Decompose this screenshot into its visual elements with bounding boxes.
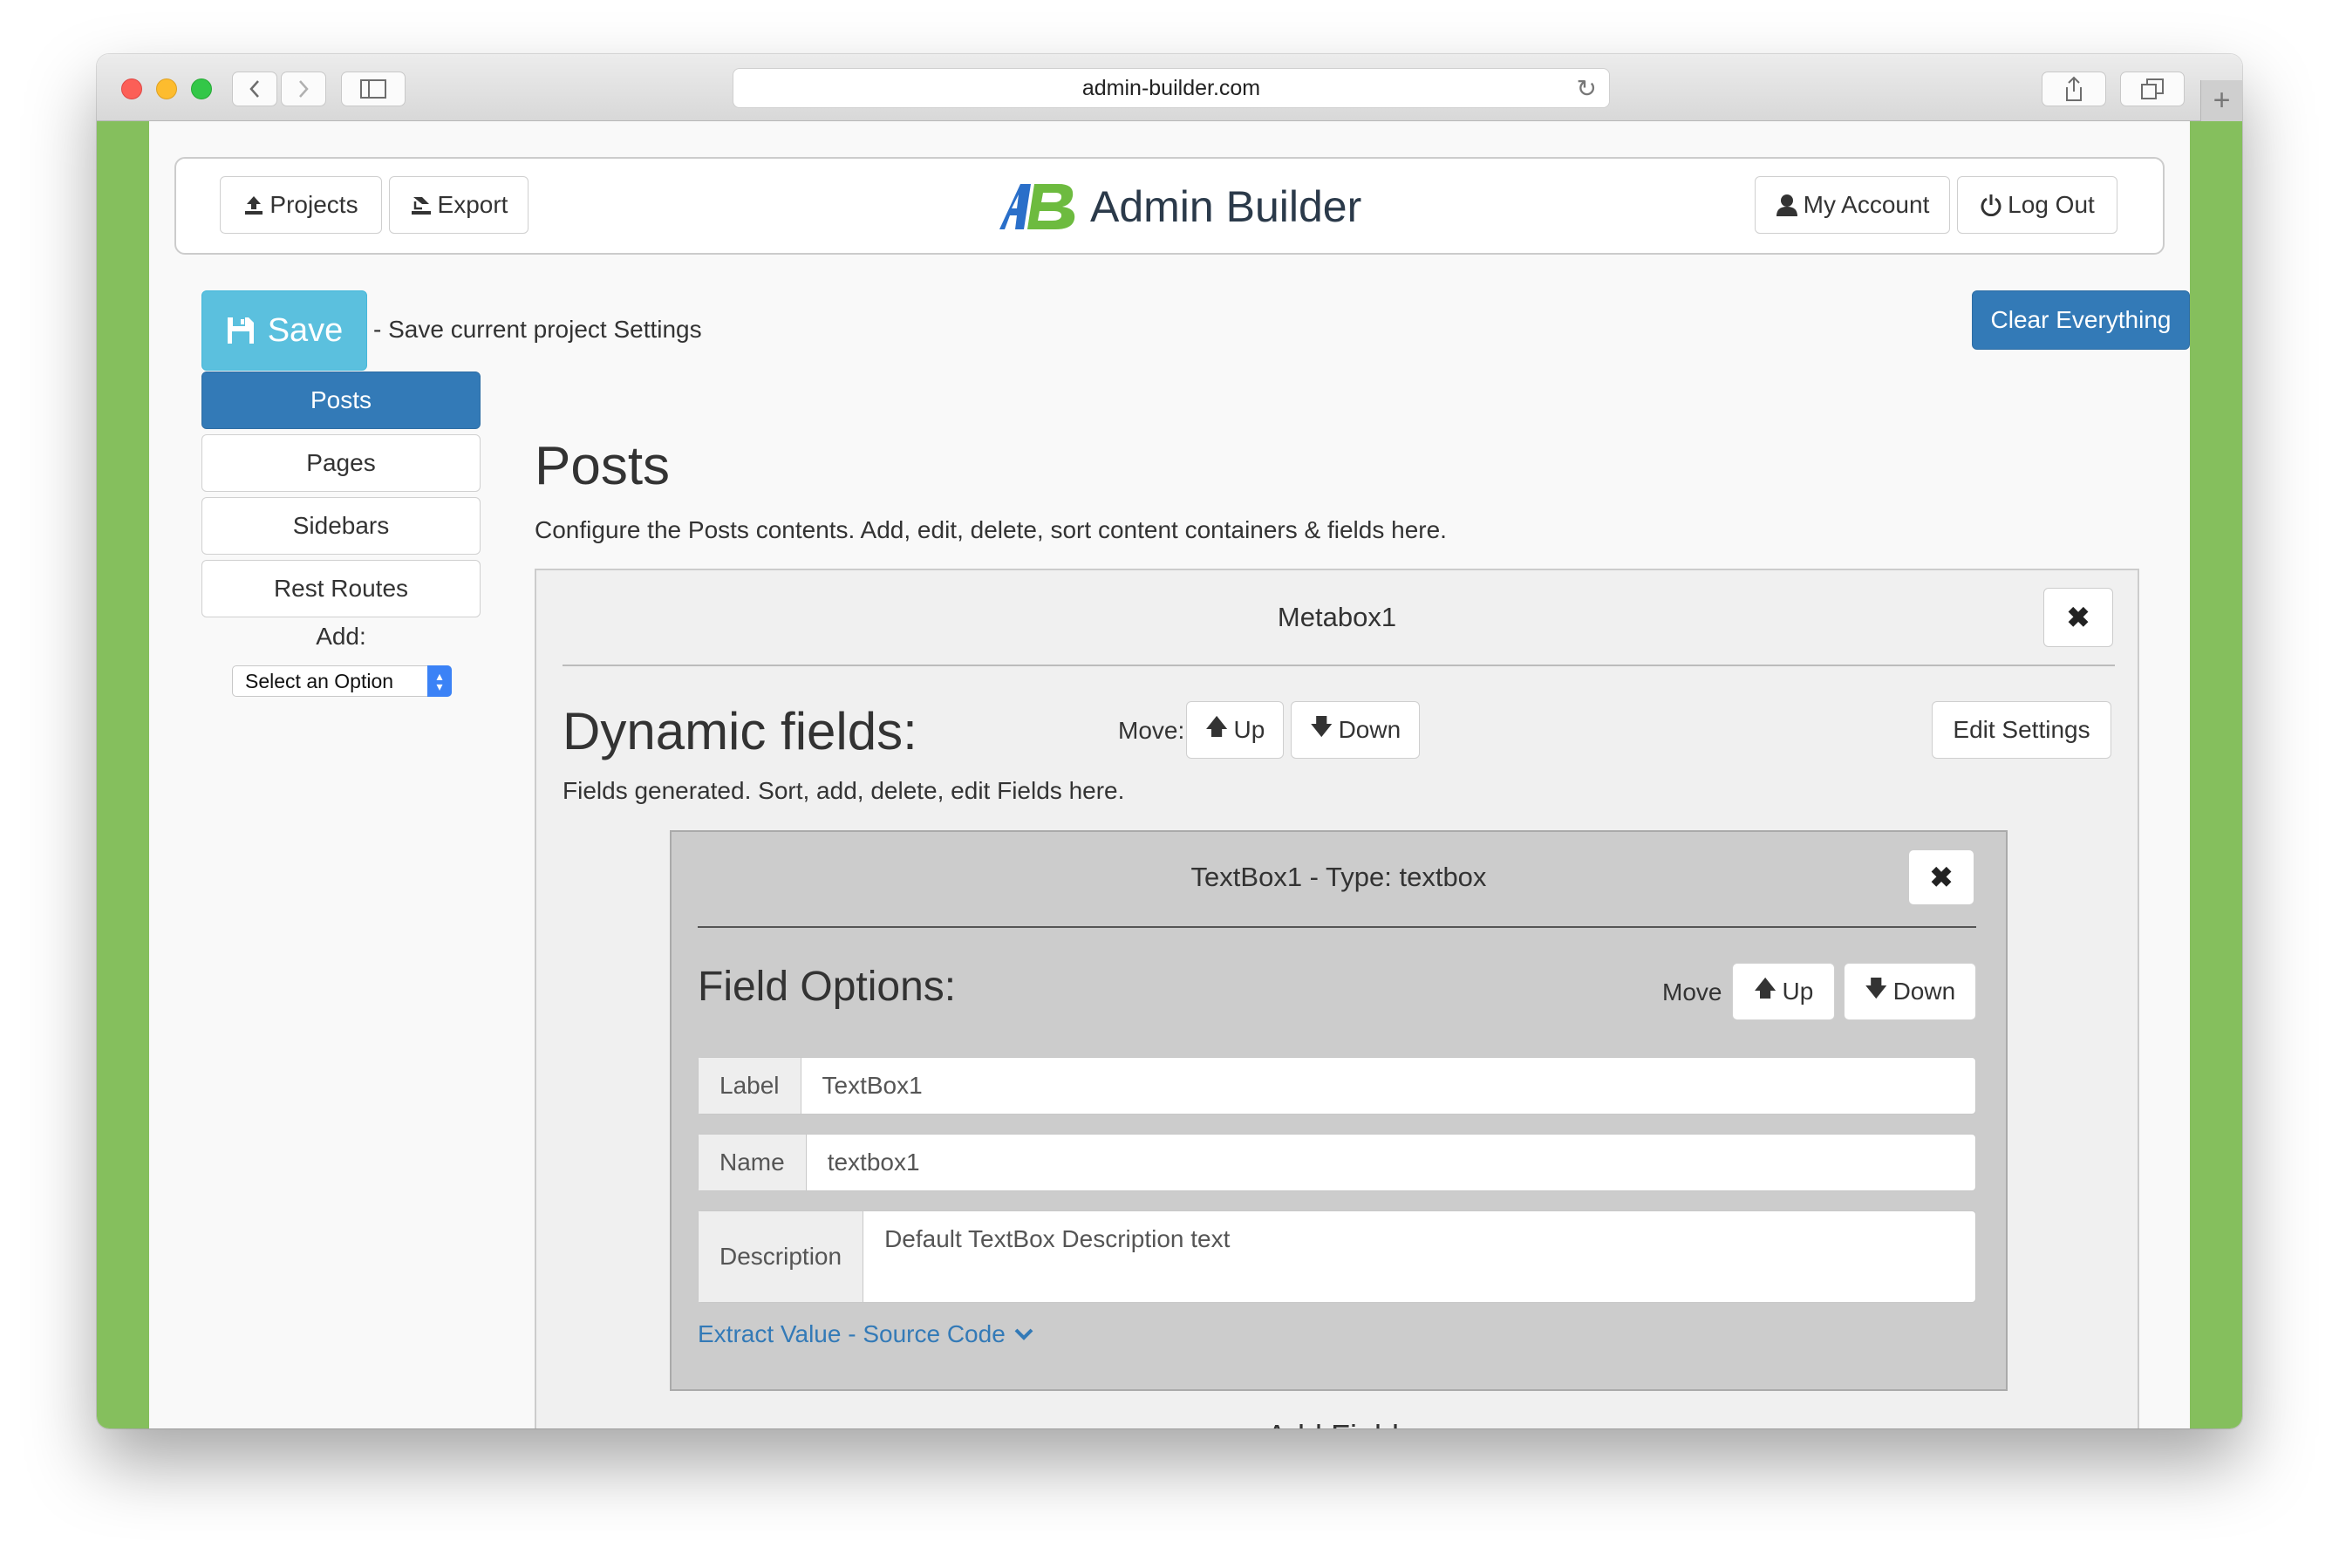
export-label: Export <box>437 191 508 218</box>
export-icon <box>411 197 431 215</box>
zoom-window-button[interactable] <box>191 78 212 99</box>
forward-button[interactable] <box>281 72 326 106</box>
browser-viewport: Projects Export Admin Builder My Account… <box>97 121 2242 1428</box>
metabox-title: Metabox1 <box>1277 602 1397 632</box>
export-button[interactable]: Export <box>389 176 528 234</box>
metabox-down-label: Down <box>1338 716 1401 743</box>
share-icon <box>2066 76 2082 101</box>
name-input[interactable]: textbox1 <box>807 1135 941 1190</box>
tabs-icon <box>2141 78 2164 99</box>
add-field-label: Add Field: <box>536 1418 2138 1428</box>
sidebar-item-pages[interactable]: Pages <box>201 434 481 492</box>
upload-icon <box>245 196 263 215</box>
arrow-down-icon: 🡇 <box>1864 975 1888 1001</box>
projects-button[interactable]: Projects <box>220 176 382 234</box>
projects-label: Projects <box>269 191 358 218</box>
add-option-select[interactable]: Select an Option ▴ ▾ <box>232 665 452 697</box>
metabox-move-down-button[interactable]: 🡇 Down <box>1291 701 1420 759</box>
edit-settings-button[interactable]: Edit Settings <box>1932 701 2111 759</box>
plus-icon: + <box>2213 84 2231 117</box>
metabox-up-label: Up <box>1233 716 1265 743</box>
description-addon: Description <box>699 1211 864 1302</box>
brand: Admin Builder <box>998 178 1361 235</box>
sidebar-item-sidebars[interactable]: Sidebars <box>201 497 481 555</box>
page: Projects Export Admin Builder My Account… <box>149 121 2190 1428</box>
metabox-close-button[interactable]: ✖ <box>2043 588 2113 647</box>
user-icon <box>1776 194 1797 216</box>
my-account-button[interactable]: My Account <box>1755 176 1950 234</box>
chevron-down-icon <box>1014 1328 1033 1340</box>
logout-button[interactable]: Log Out <box>1957 176 2117 234</box>
close-icon: ✖ <box>1929 862 1954 893</box>
add-label: Add: <box>316 623 366 650</box>
save-hint: - Save current project Settings <box>373 316 702 343</box>
minimize-window-button[interactable] <box>156 78 177 99</box>
chevron-left-icon <box>249 80 259 98</box>
browser-titlebar: admin-builder.com ↻ + <box>97 54 2242 121</box>
my-account-label: My Account <box>1803 191 1930 218</box>
brand-title: Admin Builder <box>1090 182 1362 231</box>
name-addon: Name <box>699 1135 807 1190</box>
save-label: Save <box>267 311 344 349</box>
field-move-up-button[interactable]: 🡅 Up <box>1732 963 1835 1020</box>
sidebar-toggle-button[interactable] <box>341 72 406 106</box>
metabox-panel: Metabox1 ✖ Dynamic fields: Move: 🡅 Up 🡇 … <box>535 569 2139 1428</box>
url-text: admin-builder.com <box>1081 75 1261 100</box>
address-bar[interactable]: admin-builder.com ↻ <box>733 68 1610 108</box>
label-input[interactable]: TextBox1 <box>801 1058 944 1114</box>
field-up-label: Up <box>1782 978 1814 1005</box>
chevron-right-icon <box>299 80 309 98</box>
field-options-title: Field Options: <box>698 964 957 1010</box>
power-icon <box>1981 194 2001 216</box>
save-button[interactable]: Save <box>201 290 367 371</box>
label-input-group: Label TextBox1 <box>698 1057 1976 1115</box>
label-addon: Label <box>699 1058 801 1114</box>
logout-label: Log Out <box>2008 191 2095 218</box>
back-button[interactable] <box>232 72 277 106</box>
dynamic-fields-title: Dynamic fields: <box>563 702 917 760</box>
sidebar-icon <box>360 79 386 99</box>
sidebar-item-posts[interactable]: Posts <box>201 372 481 429</box>
arrow-up-icon: 🡅 <box>1753 975 1777 1001</box>
new-tab-button[interactable]: + <box>2200 80 2242 121</box>
field-close-button[interactable]: ✖ <box>1908 849 1974 905</box>
select-arrows-icon: ▴ ▾ <box>427 665 452 697</box>
dynamic-fields-description: Fields generated. Sort, add, delete, edi… <box>563 777 1125 804</box>
app-header: Projects Export Admin Builder My Account… <box>174 157 2165 255</box>
field-divider <box>698 926 1976 928</box>
admin-builder-logo <box>999 184 1075 229</box>
field-down-label: Down <box>1892 978 1956 1005</box>
arrow-up-icon: 🡅 <box>1204 713 1229 740</box>
field-move-down-button[interactable]: 🡇 Down <box>1844 963 1976 1020</box>
metabox-move-up-button[interactable]: 🡅 Up <box>1186 701 1284 759</box>
browser-window: admin-builder.com ↻ + Projects Export Ad… <box>97 54 2242 1428</box>
arrow-down-icon: 🡇 <box>1309 713 1333 740</box>
clear-everything-button[interactable]: Clear Everything <box>1972 290 2190 350</box>
tabs-overview-button[interactable] <box>2120 72 2185 106</box>
description-textarea[interactable]: Default TextBox Description text <box>863 1211 1251 1302</box>
metabox-divider <box>563 665 2115 666</box>
name-input-group: Name textbox1 <box>698 1134 1976 1191</box>
close-window-button[interactable] <box>121 78 142 99</box>
reload-icon[interactable]: ↻ <box>1577 74 1597 103</box>
select-value: Select an Option <box>245 669 394 692</box>
page-title: Posts <box>535 436 671 496</box>
extract-value-link[interactable]: Extract Value - Source Code <box>698 1320 1033 1348</box>
extract-value-label: Extract Value - Source Code <box>698 1320 1006 1347</box>
field-move-label: Move <box>1662 978 1722 1006</box>
close-icon: ✖ <box>2066 602 2090 633</box>
description-input-group: Description Default TextBox Description … <box>698 1210 1976 1303</box>
metabox-move-label: Move: <box>1118 717 1185 744</box>
field-title: TextBox1 - Type: textbox <box>1190 862 1487 892</box>
share-button[interactable] <box>2042 72 2106 106</box>
field-panel-textbox1: TextBox1 - Type: textbox ✖ Field Options… <box>670 830 2008 1391</box>
page-description: Configure the Posts contents. Add, edit,… <box>535 516 1447 543</box>
floppy-disk-icon <box>227 317 254 344</box>
sidebar-item-rest-routes[interactable]: Rest Routes <box>201 560 481 617</box>
